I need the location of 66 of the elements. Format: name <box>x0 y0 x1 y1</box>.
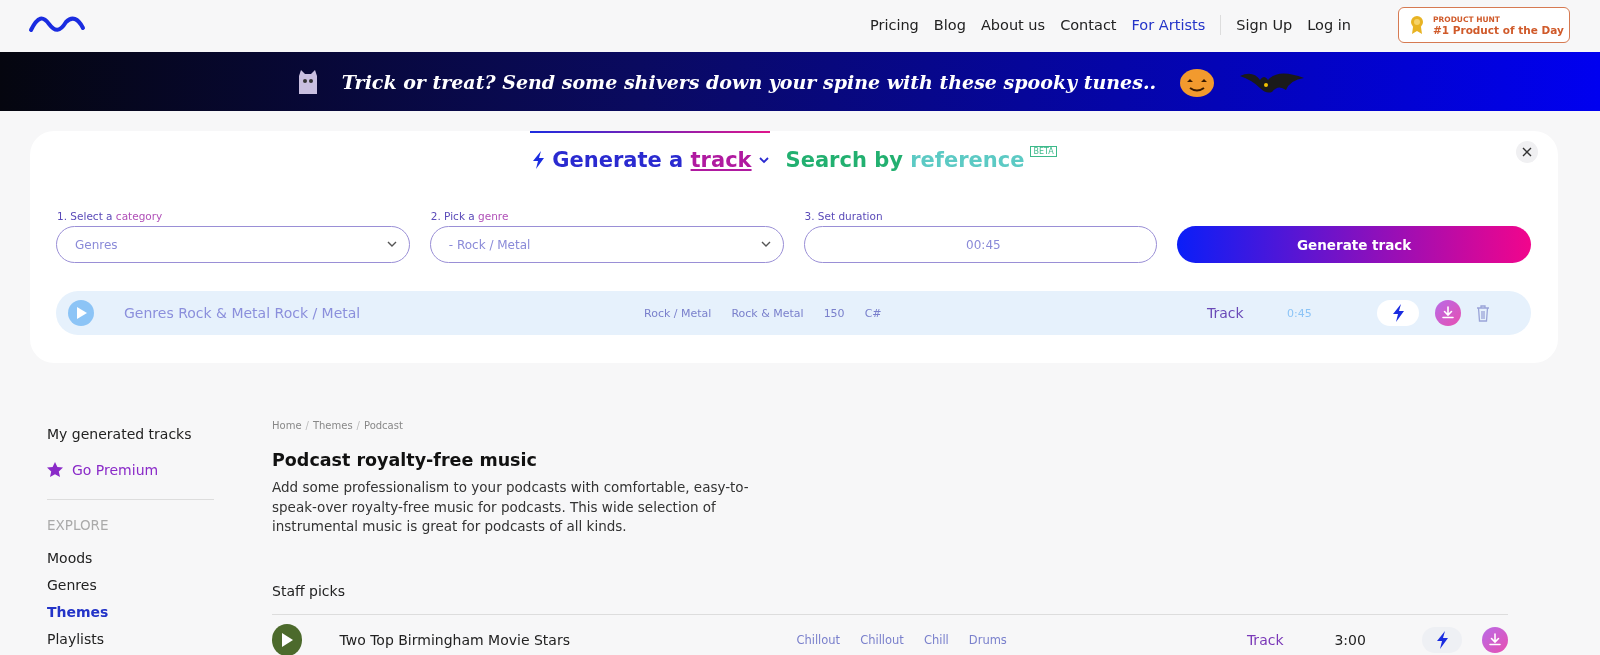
nav-link[interactable]: Blog <box>933 17 966 33</box>
chevron-down-icon <box>760 241 771 248</box>
download-icon[interactable] <box>1482 626 1508 653</box>
medal-icon <box>1409 15 1425 35</box>
nav-link[interactable]: Pricing <box>869 17 919 33</box>
premium-link[interactable]: Go Premium <box>47 456 214 483</box>
lightning-icon <box>530 149 547 170</box>
play-icon <box>75 307 87 319</box>
lightning-icon <box>1390 303 1406 323</box>
promo-banner[interactable]: Trick or treat? Send some shivers down your spine with these spooky tunes.. <box>0 52 1600 111</box>
mode-tab[interactable]: Generate a track <box>530 131 770 171</box>
page-title: Podcast royalty-free music <box>272 450 538 470</box>
sidebar-link[interactable]: My generated tracks <box>47 420 214 447</box>
track-tag[interactable]: 150 <box>823 306 845 320</box>
dropdown-field[interactable]: - Rock / Metal <box>429 226 784 263</box>
track-row[interactable]: Genres Rock & Metal Rock / Metal Rock / Metal Rock & Metal 150 C# Track 0:45 <box>56 291 1531 335</box>
sidebar-link[interactable]: Genres <box>47 571 214 598</box>
section-heading: Staff picks <box>272 582 1508 615</box>
sidebar-link[interactable]: Themes <box>47 598 214 625</box>
play-button[interactable] <box>272 623 303 655</box>
sidebar-link[interactable]: Moods <box>47 544 214 571</box>
breadcrumb-link[interactable]: Podcast <box>364 420 403 431</box>
generate-similar-button[interactable] <box>1422 626 1462 653</box>
nav-link[interactable]: For Artists <box>1131 17 1206 33</box>
track-type: Track <box>1246 631 1285 648</box>
track-tag[interactable]: Rock / Metal <box>644 306 712 320</box>
field-label: 3. Set duration <box>803 210 884 222</box>
close-button[interactable] <box>1516 141 1538 163</box>
track-duration: 3:00 <box>1334 631 1367 648</box>
field-label: 2. Pick a genre <box>429 210 510 222</box>
section-heading: EXPLORE <box>47 517 110 533</box>
close-icon <box>1522 147 1532 157</box>
lightning-icon <box>1434 629 1450 650</box>
banner-text: Trick or treat? Send some shivers down your spine with these spooky tunes.. <box>341 70 1157 93</box>
track-tag[interactable]: Chillout <box>860 632 904 647</box>
generate-button[interactable]: Generate track <box>1177 226 1531 263</box>
breadcrumb-separator: / <box>305 420 309 431</box>
field-label: 1. Select a category <box>56 210 164 222</box>
track-tag[interactable]: Drums <box>968 632 1007 647</box>
breadcrumb-separator: / <box>356 420 360 431</box>
star-icon <box>47 462 63 477</box>
auth-link[interactable]: Sign Up <box>1236 17 1293 33</box>
track-tag[interactable]: Rock & Metal <box>731 306 804 320</box>
sidebar-link[interactable]: Playlists <box>47 625 214 652</box>
breadcrumb-link[interactable]: Themes <box>312 420 353 431</box>
track-tag[interactable]: Chill <box>923 632 949 647</box>
play-icon <box>281 632 294 647</box>
nav-link[interactable]: Contact <box>1060 17 1117 33</box>
chevron-down-icon <box>386 241 397 248</box>
track-type: Track <box>1207 305 1245 321</box>
track-title: Genres Rock & Metal Rock / Metal <box>124 305 362 321</box>
download-icon[interactable] <box>1435 300 1461 326</box>
track-tag[interactable]: C# <box>864 306 882 320</box>
auth-link[interactable]: Log in <box>1307 17 1351 33</box>
beta-tag: BETA <box>1030 146 1057 157</box>
track-title[interactable]: Two Top Birmingham Movie Stars <box>339 631 797 648</box>
generate-similar-button[interactable] <box>1377 300 1419 326</box>
breadcrumb-link[interactable]: Home <box>272 420 302 431</box>
track-tag[interactable]: Chillout <box>796 632 841 647</box>
nav-link[interactable]: About us <box>980 17 1046 33</box>
page-description: Add some professionalism to your podcasts with comfortable, easy-to-speak-over royalty-free music for podcasts. This wide selection of instrumental music is great for podcasts of all kinds. <box>272 478 750 536</box>
badge-title: #1 Product of the Day <box>1433 23 1564 36</box>
dropdown-field[interactable]: Genres <box>56 226 410 263</box>
duration-field[interactable]: 00:45 <box>803 226 1158 263</box>
track-duration: 0:45 <box>1287 306 1313 320</box>
chevron-down-icon <box>757 154 770 165</box>
